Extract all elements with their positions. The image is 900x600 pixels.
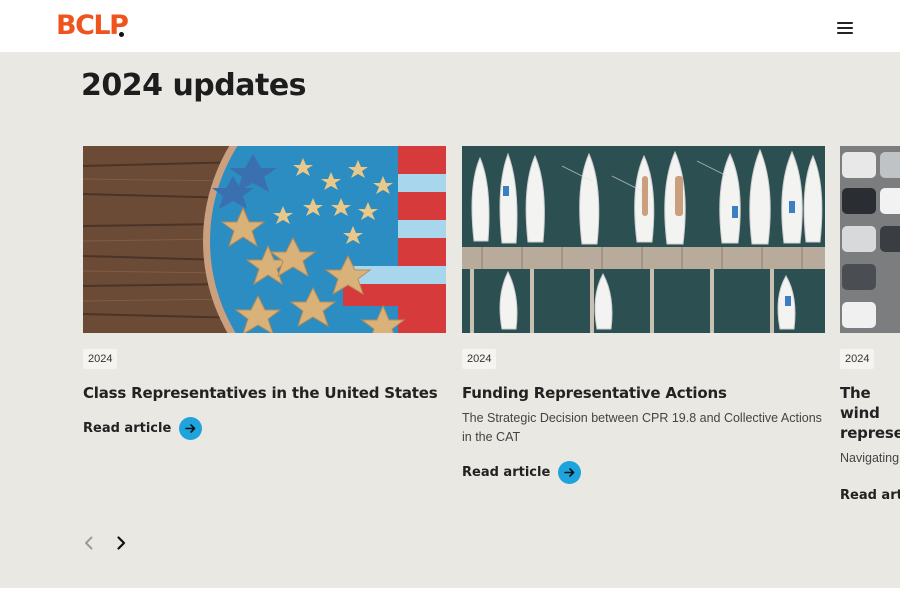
- footer-strip: [0, 588, 900, 600]
- article-card[interactable]: 2024 Funding Representative Actions The …: [462, 146, 825, 484]
- chevron-right-icon[interactable]: [114, 534, 128, 557]
- read-article-label: Read article: [462, 465, 551, 480]
- updates-section: 2024 updates 2024 Class Representatives …: [0, 52, 900, 588]
- bclp-logo[interactable]: BCLP: [56, 10, 129, 42]
- section-title: 2024 updates: [81, 68, 307, 103]
- arrow-right-icon[interactable]: [179, 417, 203, 440]
- marina-boats-image[interactable]: [462, 146, 825, 333]
- read-article-link[interactable]: Read artic: [840, 488, 900, 503]
- year-badge: 2024: [462, 349, 497, 369]
- site-header: BCLP: [0, 0, 900, 52]
- read-article-link[interactable]: Read article: [462, 461, 825, 484]
- parking-cars-image[interactable]: [840, 146, 900, 333]
- chevron-left-icon[interactable]: [82, 534, 96, 557]
- read-article-label: Read article: [83, 421, 172, 436]
- read-article-label: Read artic: [840, 488, 900, 503]
- hamburger-menu-icon[interactable]: [834, 18, 856, 38]
- cookies-flag-image[interactable]: [83, 146, 446, 333]
- article-title[interactable]: Class Representatives in the United Stat…: [83, 383, 446, 403]
- logo-dot: [119, 32, 124, 37]
- arrow-right-icon[interactable]: [558, 461, 582, 484]
- read-article-link[interactable]: Read article: [83, 417, 446, 440]
- article-title[interactable]: Funding Representative Actions: [462, 383, 825, 403]
- article-card[interactable]: 2024 The wind represe Navigating Read ar…: [840, 146, 900, 503]
- article-description: The Strategic Decision between CPR 19.8 …: [462, 411, 822, 444]
- year-badge: 2024: [83, 349, 118, 369]
- year-badge: 2024: [840, 349, 875, 369]
- article-title[interactable]: The wind represe: [840, 383, 900, 443]
- article-description: Navigating: [840, 451, 900, 465]
- article-card[interactable]: 2024 Class Representatives in the United…: [83, 146, 446, 440]
